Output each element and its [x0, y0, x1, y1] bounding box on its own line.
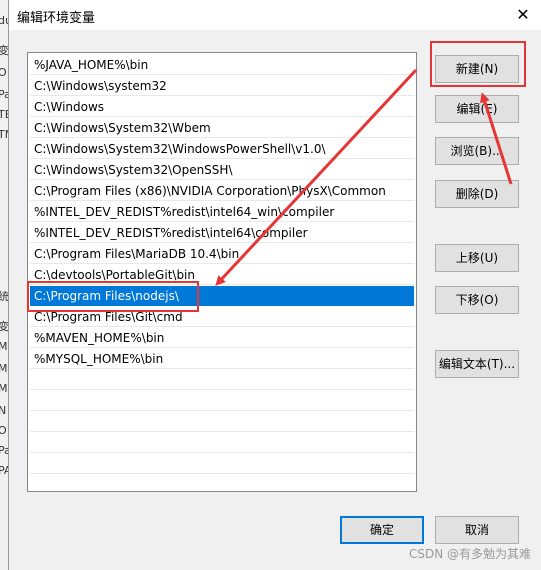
path-list-item[interactable]: C:\Windows\System32\OpenSSH\	[30, 160, 414, 180]
path-list-item[interactable]: %MAVEN_HOME%\bin	[30, 328, 414, 348]
browse-button[interactable]: 浏览(B)...	[435, 137, 519, 165]
path-list-item[interactable]: C:\Windows\System32\Wbem	[30, 118, 414, 138]
watermark: CSDN @有多勉为其难	[408, 547, 531, 561]
background-text: M	[0, 382, 8, 395]
background-text: M	[0, 340, 8, 353]
edit-text-button[interactable]: 编辑文本(T)...	[435, 350, 519, 378]
move-up-button[interactable]: 上移(U)	[435, 244, 519, 272]
background-window-edge: du 变 O Pa TE TN 统 变 M M M N O Pa PA	[0, 14, 13, 570]
ok-button[interactable]: 确定	[340, 516, 424, 544]
path-list-empty-row[interactable]	[30, 454, 414, 474]
path-list-item[interactable]: %JAVA_HOME%\bin	[30, 55, 414, 75]
path-list-item[interactable]: C:\Windows	[30, 97, 414, 117]
path-list-empty-row[interactable]	[30, 370, 414, 390]
path-list-empty-row[interactable]	[30, 412, 414, 432]
path-list-item[interactable]: %MYSQL_HOME%\bin	[30, 349, 414, 369]
background-text: M	[0, 362, 8, 375]
dialog-titlebar: 编辑环境变量 ✕	[8, 0, 541, 30]
path-list-item[interactable]: C:\Windows\system32	[30, 76, 414, 96]
background-scrollbar	[533, 30, 541, 570]
path-list-item[interactable]: C:\Program Files (x86)\NVIDIA Corporatio…	[30, 181, 414, 201]
new-button[interactable]: 新建(N)	[435, 55, 519, 83]
background-text: O	[0, 66, 7, 79]
path-list-empty-row[interactable]	[30, 391, 414, 411]
cancel-button[interactable]: 取消	[435, 516, 519, 544]
path-list-empty-row[interactable]	[30, 433, 414, 453]
path-list-item[interactable]: C:\Windows\System32\WindowsPowerShell\v1…	[30, 139, 414, 159]
path-list[interactable]: %JAVA_HOME%\bin C:\Windows\system32 C:\W…	[27, 52, 417, 492]
dialog-title: 编辑环境变量	[17, 11, 96, 26]
close-icon[interactable]: ✕	[510, 2, 536, 28]
edit-env-variable-dialog: %JAVA_HOME%\bin C:\Windows\system32 C:\W…	[8, 30, 541, 570]
move-down-button[interactable]: 下移(O)	[435, 286, 519, 314]
path-list-item-selected[interactable]: C:\Program Files\nodejs\	[30, 286, 414, 306]
path-list-item[interactable]: %INTEL_DEV_REDIST%redist\intel64\compile…	[30, 223, 414, 243]
path-list-item[interactable]: C:\Program Files\MariaDB 10.4\bin	[30, 244, 414, 264]
delete-button[interactable]: 删除(D)	[435, 180, 519, 208]
path-list-item[interactable]: C:\devtools\PortableGit\bin	[30, 265, 414, 285]
background-text: O	[0, 424, 7, 437]
path-list-item[interactable]: C:\Program Files\Git\cmd	[30, 307, 414, 327]
path-list-item[interactable]: %INTEL_DEV_REDIST%redist\intel64_win\com…	[30, 202, 414, 222]
edit-button[interactable]: 编辑(E)	[435, 95, 519, 123]
background-text: N	[0, 404, 7, 417]
